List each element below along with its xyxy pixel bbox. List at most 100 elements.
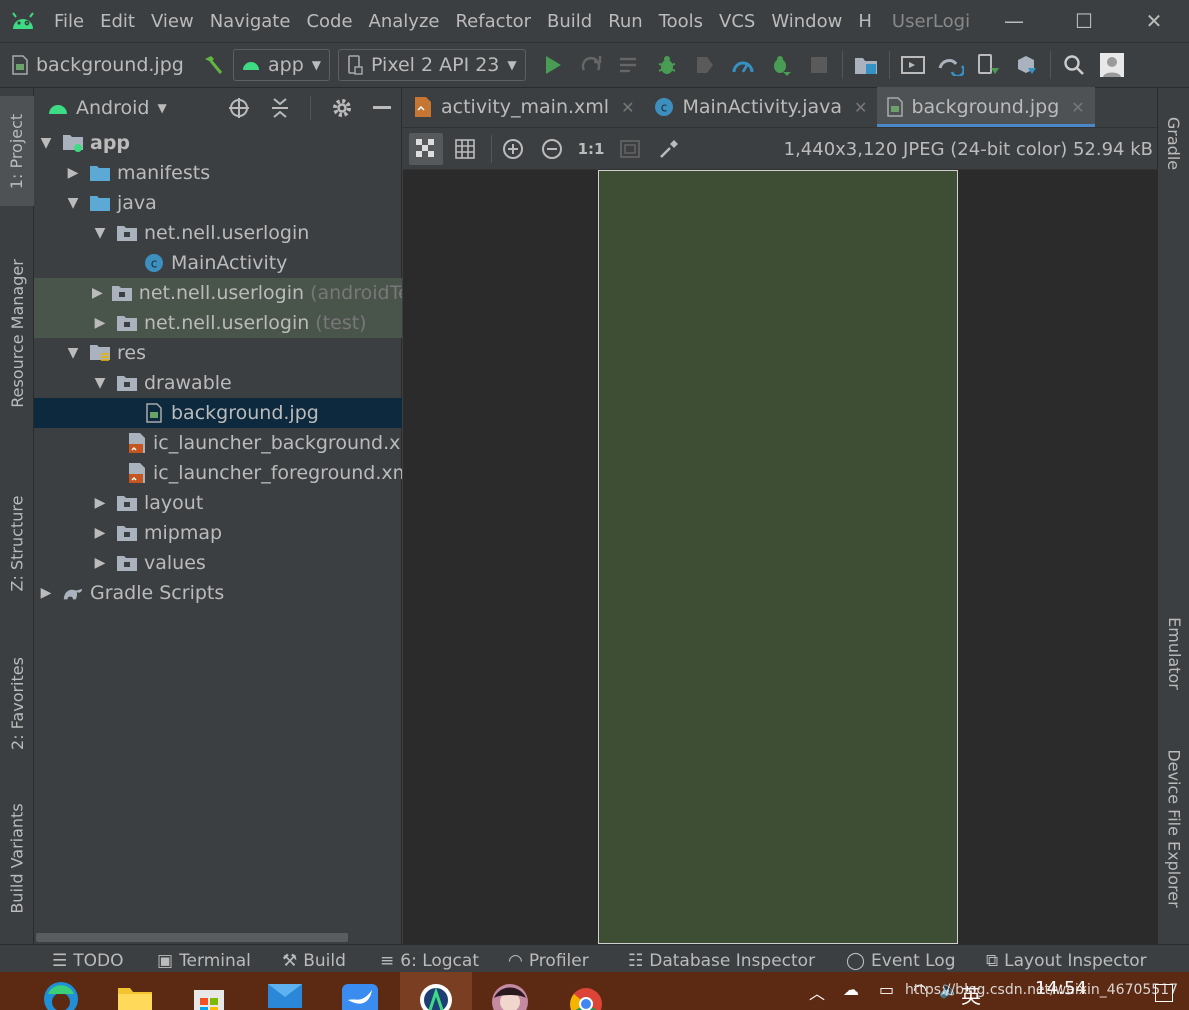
tree-package-main[interactable]: ▼ net.nell.userlogin <box>34 218 402 248</box>
taskbar-store[interactable] <box>190 980 230 1010</box>
notification-icon[interactable] <box>1155 984 1173 1002</box>
collapse-arrow-icon[interactable]: ▶ <box>92 315 108 331</box>
collapse-arrow-icon[interactable]: ▶ <box>38 585 54 601</box>
menu-h[interactable]: H <box>850 11 880 32</box>
tool-tab-resource-manager[interactable]: Resource Manager <box>0 238 34 428</box>
tab-main-activity-java[interactable]: c MainActivity.java ✕ <box>644 87 877 127</box>
hide-panel-icon[interactable] <box>373 106 391 110</box>
close-window-button[interactable]: ✕ <box>1119 0 1189 42</box>
tree-java[interactable]: ▼ java <box>34 188 402 218</box>
tool-tab-device-file-explorer[interactable]: Device File Explorer <box>1158 738 1189 918</box>
navigation-bar-file[interactable]: background.jpg <box>0 54 195 76</box>
device-combo[interactable]: Pixel 2 API 23 ▼ <box>338 49 526 81</box>
actual-size-button[interactable]: 1:1 <box>574 133 608 165</box>
close-tab-icon[interactable]: ✕ <box>621 98 634 117</box>
maximize-button[interactable]: ☐ <box>1049 0 1119 42</box>
collapse-arrow-icon[interactable]: ▶ <box>92 525 108 541</box>
zoom-in-button[interactable] <box>496 133 530 165</box>
menu-file[interactable]: File <box>46 11 92 32</box>
chevron-up-icon[interactable]: ︿ <box>809 980 825 1004</box>
sync-gradle-button[interactable] <box>932 45 970 85</box>
user-account-button[interactable] <box>1093 45 1131 85</box>
tool-layout-inspector[interactable]: ⧉ Layout Inspector <box>986 951 1147 971</box>
minimize-button[interactable]: — <box>979 0 1049 42</box>
menu-refactor[interactable]: Refactor <box>447 11 539 32</box>
fit-zoom-button[interactable] <box>613 133 647 165</box>
tree-manifests[interactable]: ▶ manifests <box>34 158 402 188</box>
tree-gradle-scripts[interactable]: ▶ Gradle Scripts <box>34 578 402 608</box>
expand-arrow-icon[interactable]: ▼ <box>65 195 81 211</box>
expand-arrow-icon[interactable]: ▼ <box>92 375 108 391</box>
collapse-arrow-icon[interactable]: ▶ <box>65 165 81 181</box>
tree-package-android-test[interactable]: ▶ net.nell.userlogin(androidTest) <box>34 278 402 308</box>
device-manager-button[interactable] <box>970 45 1008 85</box>
tab-background-jpg[interactable]: background.jpg ✕ <box>877 87 1095 127</box>
taskbar-chrome[interactable] <box>566 980 606 1010</box>
tool-tab-gradle[interactable]: Gradle <box>1158 98 1189 188</box>
profile-button[interactable] <box>724 45 762 85</box>
tool-tab-emulator[interactable]: Emulator <box>1158 598 1189 708</box>
menu-build[interactable]: Build <box>539 11 600 32</box>
close-tab-icon[interactable]: ✕ <box>1071 98 1084 117</box>
tool-event-log[interactable]: ◯ Event Log <box>846 951 956 971</box>
taskbar-edge[interactable] <box>42 980 82 1010</box>
sdk-manager-button[interactable] <box>1008 45 1046 85</box>
horizontal-scrollbar[interactable] <box>36 933 348 942</box>
expand-arrow-icon[interactable]: ▼ <box>65 345 81 361</box>
tool-tab-favorites[interactable]: 2: Favorites <box>0 638 34 768</box>
search-everywhere-button[interactable] <box>1055 45 1093 85</box>
project-structure-button[interactable] <box>847 45 885 85</box>
tree-drawable[interactable]: ▼ drawable <box>34 368 402 398</box>
taskbar-android-studio[interactable] <box>400 972 472 1010</box>
avd-manager-button[interactable] <box>894 45 932 85</box>
menu-code[interactable]: Code <box>298 11 360 32</box>
toggle-grid-button[interactable] <box>448 133 482 165</box>
menu-tools[interactable]: Tools <box>651 11 711 32</box>
gear-icon[interactable] <box>331 97 353 119</box>
collapse-arrow-icon[interactable]: ▶ <box>92 495 108 511</box>
tab-activity-main-xml[interactable]: activity_main.xml ✕ <box>403 87 644 127</box>
tree-ic-launcher-background[interactable]: ic_launcher_background.xml <box>34 428 402 458</box>
close-tab-icon[interactable]: ✕ <box>854 98 867 117</box>
taskbar-user-app[interactable] <box>490 980 530 1010</box>
tree-values[interactable]: ▶ values <box>34 548 402 578</box>
tool-logcat[interactable]: ≡ 6: Logcat <box>380 951 479 971</box>
menu-run[interactable]: Run <box>600 11 651 32</box>
attach-process-button[interactable] <box>762 45 800 85</box>
menu-window[interactable]: Window <box>763 11 850 32</box>
color-picker-button[interactable] <box>652 133 686 165</box>
tree-mipmap[interactable]: ▶ mipmap <box>34 518 402 548</box>
tree-main-activity[interactable]: c MainActivity <box>34 248 402 278</box>
tree-res[interactable]: ▼ res <box>34 338 402 368</box>
tool-terminal[interactable]: ▣ Terminal <box>157 951 251 971</box>
tool-tab-project[interactable]: 1: Project <box>0 96 34 206</box>
attach-debugger-button[interactable] <box>686 45 724 85</box>
expand-arrow-icon[interactable]: ▼ <box>38 135 54 151</box>
collapse-all-icon[interactable] <box>270 97 290 119</box>
stop-button[interactable] <box>800 45 838 85</box>
battery-icon[interactable]: ▭ <box>879 980 894 999</box>
tree-background-jpg[interactable]: background.jpg <box>34 398 402 428</box>
tree-layout[interactable]: ▶ layout <box>34 488 402 518</box>
menu-vcs[interactable]: VCS <box>711 11 763 32</box>
chevron-down-icon[interactable]: ▼ <box>157 101 166 115</box>
taskbar-explorer[interactable] <box>116 980 156 1010</box>
apply-code-changes-button[interactable] <box>610 45 648 85</box>
menu-edit[interactable]: Edit <box>92 11 143 32</box>
taskbar-mail[interactable] <box>266 980 306 1010</box>
cloud-icon[interactable]: ☁ <box>843 980 859 999</box>
tool-profiler[interactable]: ◠ Profiler <box>508 951 589 971</box>
run-config-combo[interactable]: app ▼ <box>233 49 330 81</box>
zoom-out-button[interactable] <box>535 133 569 165</box>
debug-button[interactable] <box>648 45 686 85</box>
project-view-mode[interactable]: Android <box>76 97 149 119</box>
expand-arrow-icon[interactable]: ▼ <box>92 225 108 241</box>
tool-database-inspector[interactable]: ☷ Database Inspector <box>628 951 815 971</box>
apply-changes-button[interactable] <box>572 45 610 85</box>
tree-ic-launcher-foreground[interactable]: ic_launcher_foreground.xml <box>34 458 402 488</box>
make-project-button[interactable] <box>195 45 233 85</box>
toggle-chessboard-button[interactable] <box>409 132 443 165</box>
run-button[interactable] <box>534 45 572 85</box>
tool-tab-build-variants[interactable]: Build Variants <box>0 788 34 928</box>
taskbar-feishu[interactable] <box>340 980 380 1010</box>
